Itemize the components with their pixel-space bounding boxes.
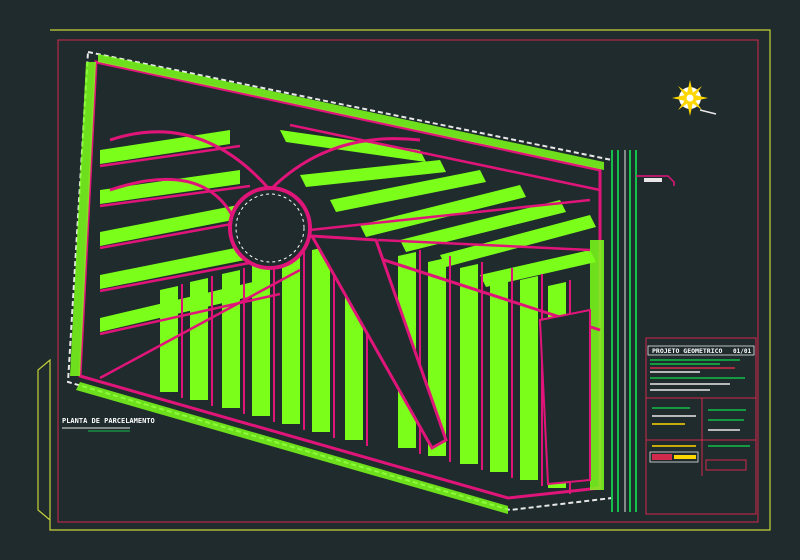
title-block-header: PROJETO GEOMETRICO: [652, 347, 723, 355]
green-area-east: [538, 308, 591, 486]
lot-block: [280, 130, 426, 162]
north-arrow-icon: [672, 80, 717, 116]
lot-block: [160, 286, 178, 392]
green-area-triangle: [309, 234, 448, 451]
title-block-fields: [650, 359, 750, 447]
roundabout: [228, 186, 312, 270]
lot-block: [222, 270, 240, 408]
lot-block: [460, 264, 478, 464]
title-block[interactable]: PROJETO GEOMETRICO 01/01: [645, 337, 757, 515]
cad-drawing-canvas[interactable]: PLANTA DE PARCELAMENTO PROJETO GEOMETRIC…: [0, 0, 800, 560]
lot-block: [190, 278, 208, 400]
drawing-title-group: PLANTA DE PARCELAMENTO: [62, 417, 155, 432]
lot-blocks: [100, 130, 596, 488]
lot-block: [252, 262, 270, 416]
drawing-title: PLANTA DE PARCELAMENTO: [62, 417, 155, 425]
lot-strip-east: [590, 240, 604, 490]
lot-block: [100, 130, 230, 164]
parcel-layout: [66, 50, 613, 514]
lot-block: [312, 246, 330, 432]
title-block-sheet: 01/01: [733, 348, 751, 355]
